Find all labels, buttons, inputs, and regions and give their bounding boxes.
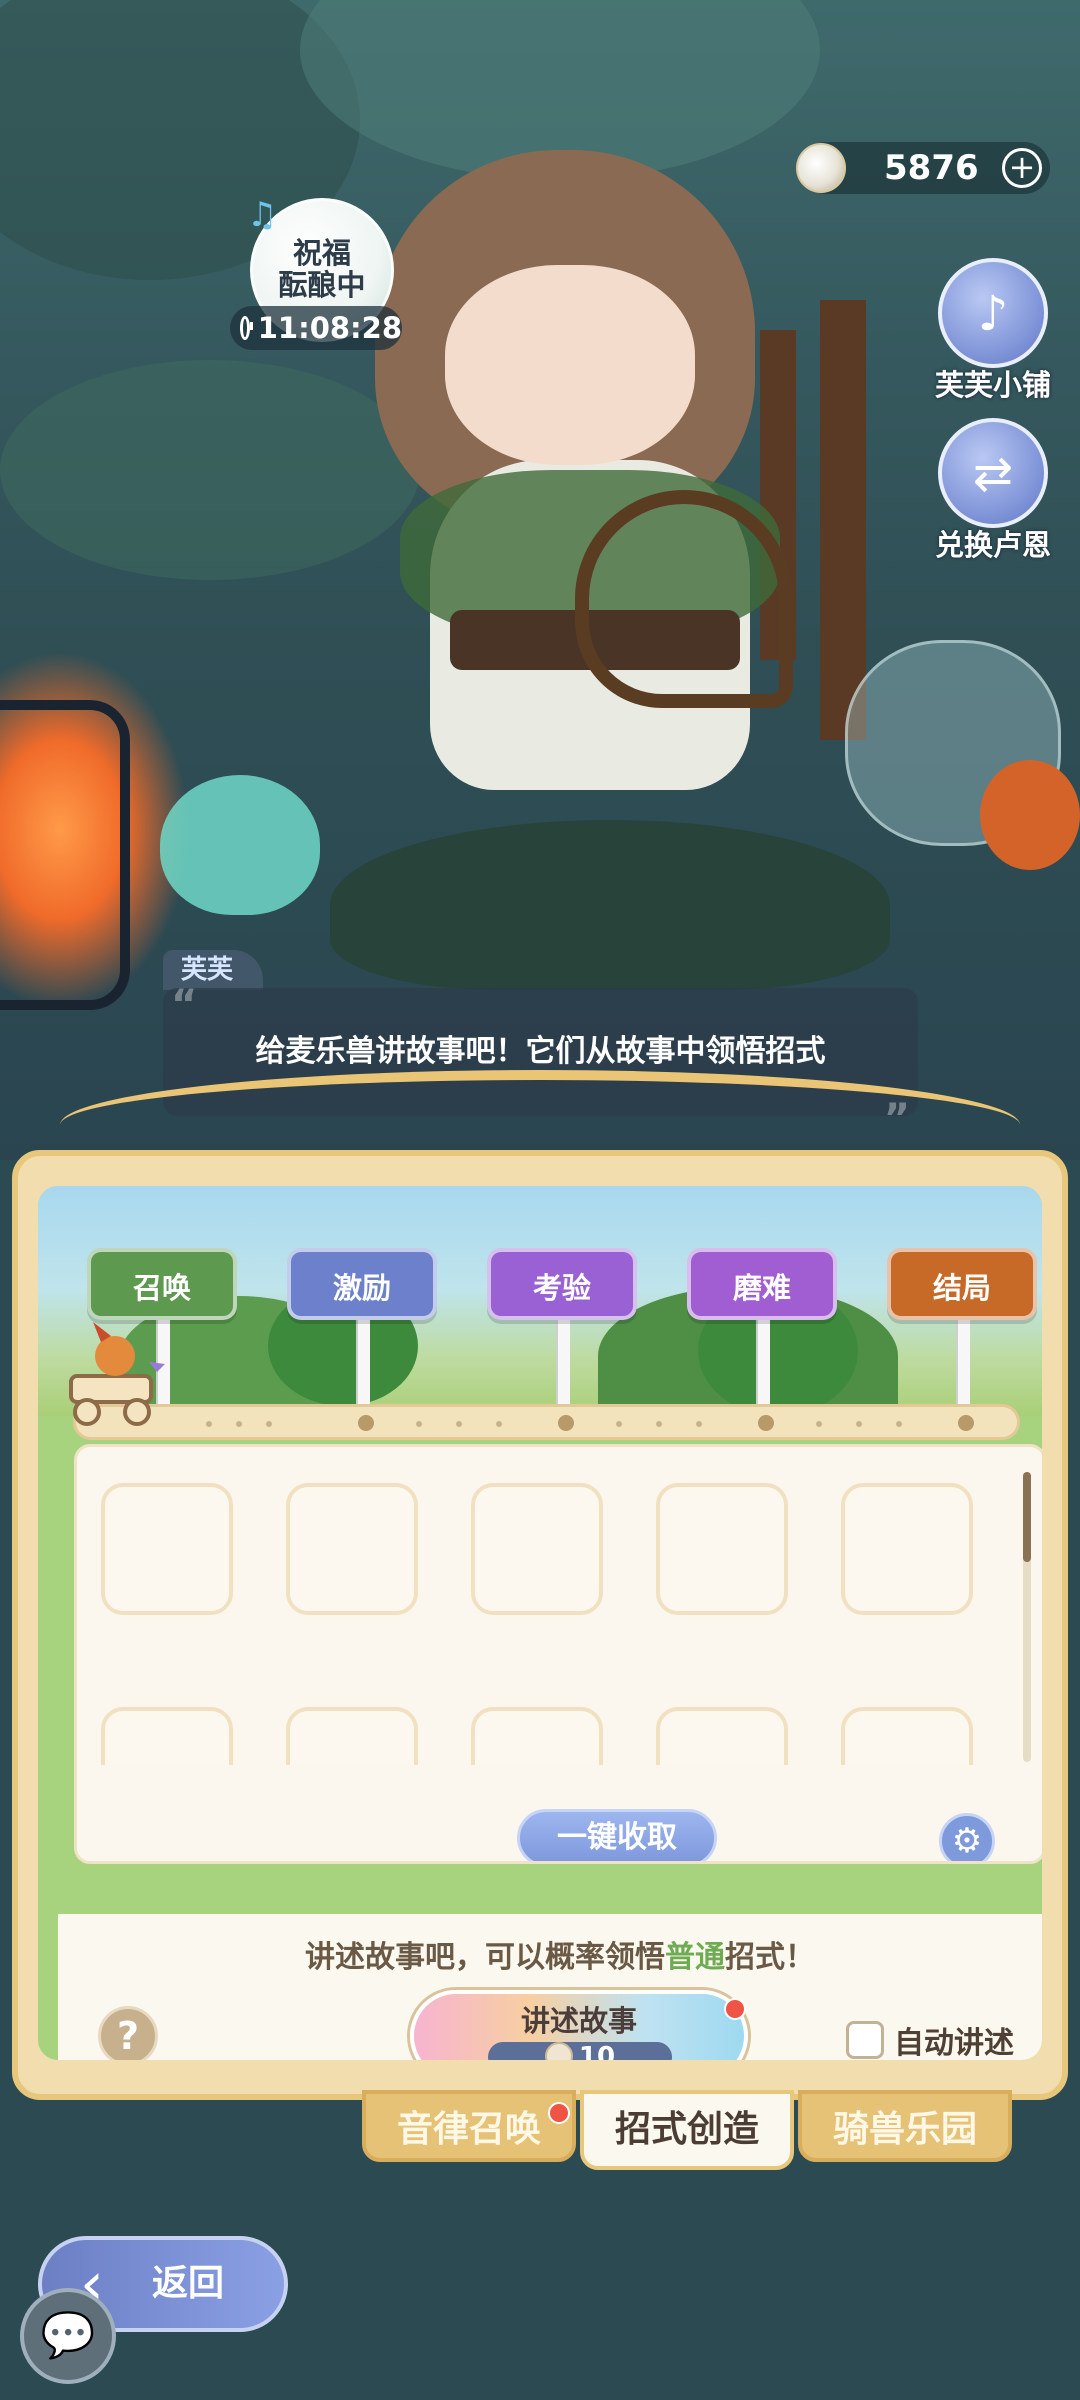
- stage-sign-inspire: 激励: [287, 1248, 437, 1320]
- tell-story-cost: 10: [488, 2042, 672, 2060]
- exchange-label: 兑换卢恩: [934, 528, 1051, 562]
- currency-bar: 5876 +: [796, 142, 1050, 194]
- auto-tell-toggle[interactable]: 自动讲述: [846, 2018, 1014, 2060]
- coin-icon: [544, 2042, 573, 2060]
- track-dot: [896, 1421, 902, 1427]
- move-slot[interactable]: [286, 1483, 418, 1615]
- character-face: [445, 265, 695, 465]
- track-node: [958, 1415, 974, 1431]
- currency-value: 5876: [884, 148, 979, 188]
- sign-pole: [956, 1316, 970, 1412]
- panel-inner: 召唤 激励 考验 磨难 结局 一键收取 ⚙ 讲述故事吧，可以概率领悟普通招式！ …: [38, 1186, 1042, 2060]
- tell-story-label: 讲述故事: [520, 2004, 637, 2038]
- sign-pole: [756, 1316, 770, 1412]
- notification-badge: [724, 1998, 746, 2020]
- clock-icon: [240, 316, 253, 340]
- tab-mount-park[interactable]: 骑兽乐园: [798, 2090, 1012, 2162]
- sign-pole: [356, 1316, 370, 1412]
- track-dot: [696, 1421, 702, 1427]
- lyre: [575, 490, 793, 708]
- track-dot: [456, 1421, 462, 1427]
- hint-highlight: 普通: [665, 1940, 725, 1975]
- notification-badge: [548, 2102, 570, 2124]
- blessing-timer: 11:08:28: [230, 306, 402, 350]
- shop-button[interactable]: ♪ 芙芙小铺: [913, 258, 1073, 404]
- track-node: [758, 1415, 774, 1431]
- timer-text: 11:08:28: [257, 311, 402, 345]
- tab-move-creation[interactable]: 招式创造: [580, 2090, 794, 2170]
- stage-sign-summon: 召唤: [87, 1248, 237, 1320]
- track-dot: [496, 1421, 502, 1427]
- track-dot: [206, 1421, 212, 1427]
- move-slot[interactable]: [841, 1483, 973, 1615]
- move-slot[interactable]: [656, 1483, 788, 1615]
- help-button[interactable]: ?: [98, 2006, 158, 2060]
- hint-suffix: 招式！: [725, 1940, 815, 1975]
- slime-creature: [160, 775, 320, 915]
- move-slot[interactable]: [471, 1483, 603, 1615]
- cart-icon: [69, 1322, 165, 1426]
- gear-icon[interactable]: ⚙: [939, 1813, 995, 1861]
- story-panel: 召唤 激励 考验 磨难 结局 一键收取 ⚙ 讲述故事吧，可以概率领悟普通招式！ …: [12, 1150, 1068, 2100]
- music-note-icon: ♫: [247, 195, 278, 235]
- hint-text: 讲述故事吧，可以概率领悟普通招式！: [58, 1932, 1042, 1976]
- add-currency-button[interactable]: +: [1002, 148, 1042, 188]
- track-dot: [236, 1421, 242, 1427]
- exchange-cart-icon: ⇄: [938, 418, 1048, 528]
- collect-all-button[interactable]: 一键收取: [517, 1809, 717, 1861]
- lantern: [0, 700, 130, 1010]
- shop-label: 芙芙小铺: [934, 368, 1051, 402]
- cost-value: 10: [578, 2042, 616, 2060]
- foliage-mid: [0, 360, 420, 580]
- story-progress-track: [73, 1404, 1020, 1440]
- track-dot: [416, 1421, 422, 1427]
- tell-story-button[interactable]: 讲述故事 10: [410, 1990, 748, 2060]
- track-dot: [656, 1421, 662, 1427]
- sign-pole: [556, 1316, 570, 1412]
- auto-tell-checkbox[interactable]: [846, 2021, 884, 2059]
- hint-prefix: 讲述故事吧，可以概率领悟: [305, 1940, 665, 1975]
- track-node: [558, 1415, 574, 1431]
- track-dot: [816, 1421, 822, 1427]
- blessing-label: 祝福 酝酿中: [278, 236, 366, 302]
- lyre-shop-icon: ♪: [938, 258, 1048, 368]
- track-dot: [266, 1421, 272, 1427]
- track-dot: [856, 1421, 862, 1427]
- track-dot: [616, 1421, 622, 1427]
- pumpkin: [980, 760, 1080, 870]
- back-label: 返回: [152, 2263, 225, 2304]
- track-node: [358, 1415, 374, 1431]
- cushion: [330, 820, 890, 990]
- tab-rhythm-summon[interactable]: 音律召唤: [362, 2090, 576, 2162]
- scrollbar-thumb[interactable]: [1023, 1472, 1031, 1562]
- tab-label: 音律召唤: [396, 2109, 541, 2150]
- action-area: 讲述故事吧，可以概率领悟普通招式！ ? 讲述故事 10 自动讲述: [58, 1914, 1042, 2060]
- stage-sign-ending: 结局: [887, 1248, 1037, 1320]
- tab-label: 骑兽乐园: [832, 2109, 977, 2150]
- auto-tell-label: 自动讲述: [894, 2026, 1014, 2060]
- tab-label: 招式创造: [614, 2109, 759, 2150]
- chat-icon[interactable]: 💬: [20, 2288, 116, 2384]
- move-slot[interactable]: [101, 1483, 233, 1615]
- coin-icon: [796, 143, 846, 193]
- stage-sign-trial: 考验: [487, 1248, 637, 1320]
- move-slot-grid: 一键收取 ⚙: [74, 1444, 1042, 1864]
- stage-sign-ordeal: 磨难: [687, 1248, 837, 1320]
- exchange-rune-button[interactable]: ⇄ 兑换卢恩: [913, 418, 1073, 564]
- wooden-post: [820, 300, 866, 740]
- grid-scrollbar[interactable]: [1023, 1472, 1031, 1762]
